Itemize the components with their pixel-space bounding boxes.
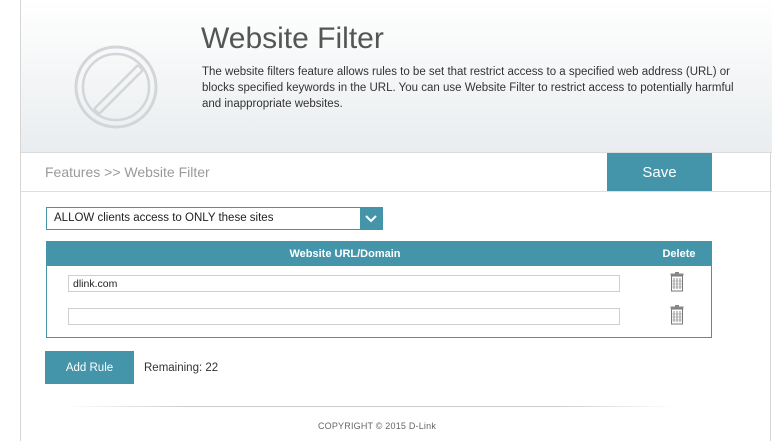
breadcrumb: Features >> Website Filter bbox=[45, 164, 210, 180]
filter-mode-select[interactable]: ALLOW clients access to ONLY these sites bbox=[46, 207, 383, 230]
column-header-url: Website URL/Domain bbox=[289, 248, 401, 260]
table-row bbox=[47, 304, 711, 334]
remaining-count: Remaining: 22 bbox=[144, 362, 219, 374]
save-button[interactable]: Save bbox=[607, 153, 712, 191]
url-rules-table: Website URL/Domain Delete bbox=[46, 241, 712, 338]
chevron-down-icon[interactable] bbox=[360, 208, 382, 229]
prohibited-icon bbox=[74, 45, 158, 129]
page-frame: Website Filter The website filters featu… bbox=[20, 0, 772, 441]
trash-icon[interactable] bbox=[670, 305, 684, 325]
header-banner: Website Filter The website filters featu… bbox=[21, 0, 772, 153]
filter-mode-value: ALLOW clients access to ONLY these sites bbox=[54, 212, 274, 224]
table-row bbox=[47, 271, 711, 301]
url-input[interactable] bbox=[68, 308, 620, 325]
footer-divider bbox=[66, 406, 676, 407]
divider bbox=[21, 191, 772, 192]
page-title: Website Filter bbox=[201, 22, 384, 55]
page-description: The website filters feature allows rules… bbox=[202, 66, 734, 110]
url-input[interactable] bbox=[68, 275, 620, 292]
copyright-text: COPYRIGHT © 2015 D-Link bbox=[317, 421, 437, 431]
table-header: Website URL/Domain Delete bbox=[47, 242, 711, 266]
trash-icon[interactable] bbox=[670, 272, 684, 292]
add-rule-button[interactable]: Add Rule bbox=[45, 351, 134, 384]
column-header-delete: Delete bbox=[662, 248, 696, 260]
